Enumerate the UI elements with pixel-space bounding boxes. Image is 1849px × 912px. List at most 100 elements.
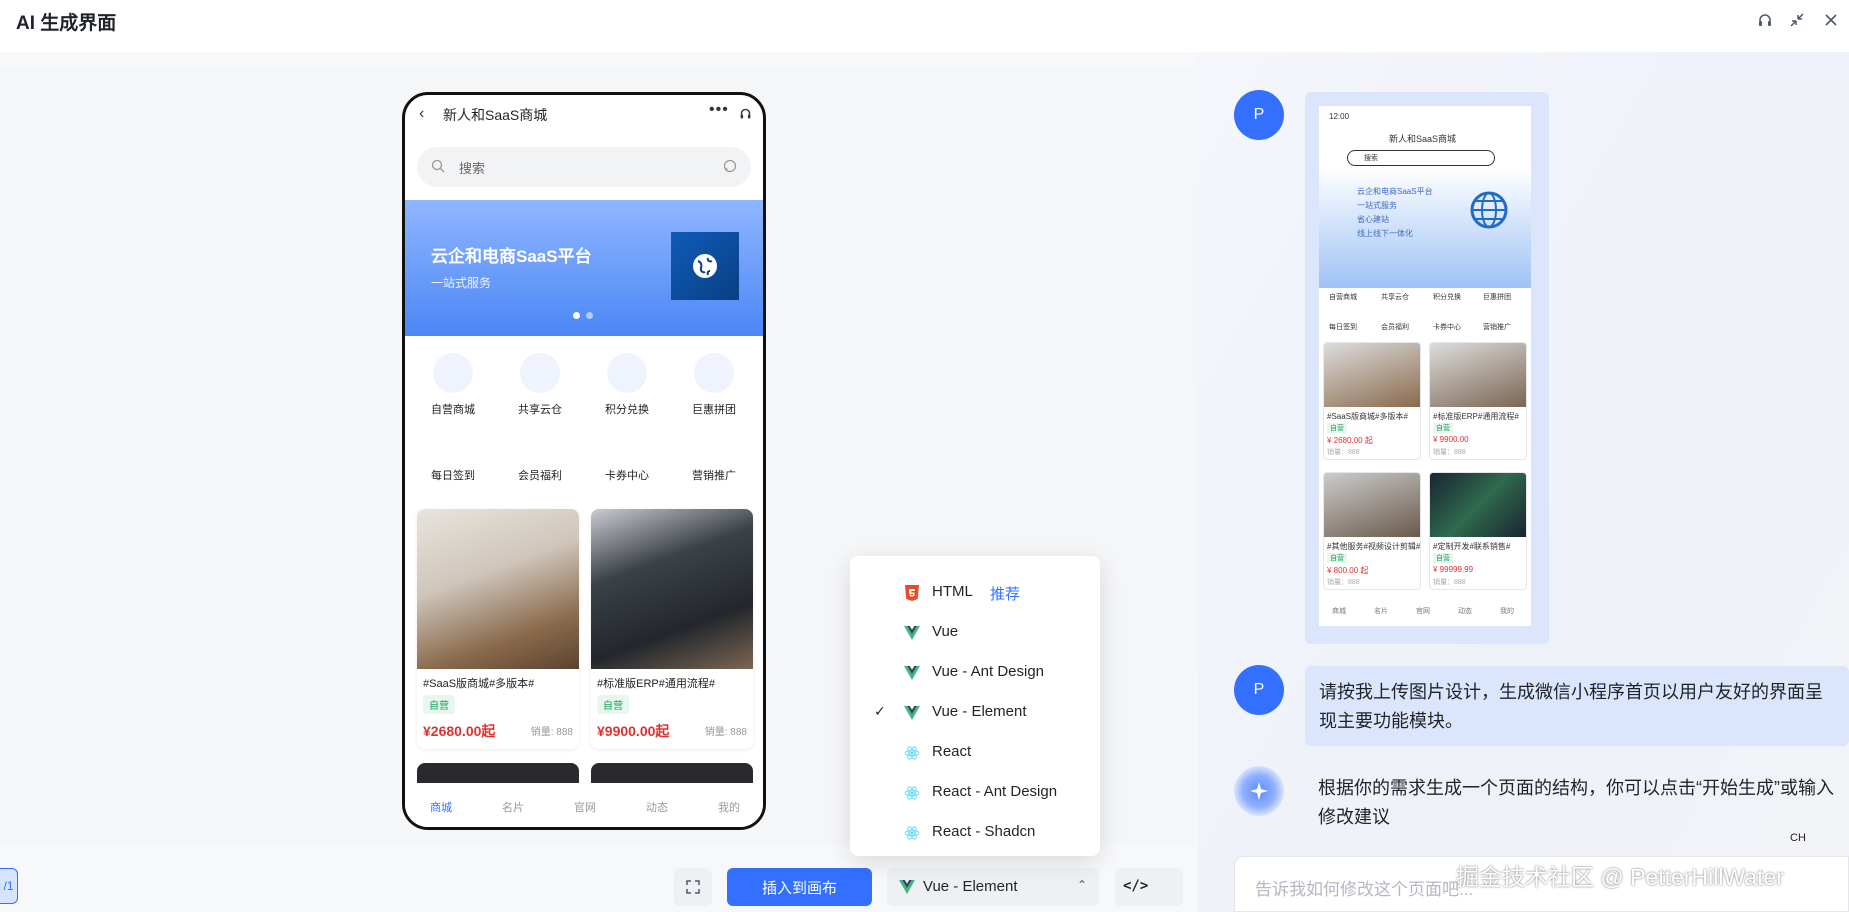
icon-label[interactable]: 营销推广 [674,467,754,483]
mockup-icon-label: 积分兑换 [1433,294,1461,301]
mockup-tab: 动态 [1458,608,1472,615]
icon-label[interactable]: 会员福利 [500,467,580,483]
app-title: AI 生成界面 [16,13,117,34]
mockup-tab: 我的 [1500,608,1514,615]
insert-to-canvas-button[interactable]: 插入到画布 [727,868,872,906]
product-sales: 销量: 888 [530,727,573,738]
menu-item-react-shadcn[interactable]: React - Shadcn [850,813,1100,853]
react-icon [904,786,920,800]
banner-subtitle: 一站式服务 [431,276,492,290]
mockup-card-sales: 销量：888 [1433,449,1466,456]
phone-nav-bar: ‹ 新人和SaaS商城 ••• [405,95,763,133]
menu-item-react[interactable]: React [850,733,1100,773]
mockup-card-sales: 销量：888 [1433,579,1466,586]
banner[interactable]: 云企和电商SaaS平台 一站式服务 [405,200,763,336]
menu-item-label: Vue - Element [932,703,1027,720]
headset-icon[interactable] [739,107,752,120]
menu-item-react-ant-design[interactable]: React - Ant Design [850,773,1100,813]
mockup-card-price: ¥ 9900.00 [1433,435,1469,444]
ime-indicator: CH [1790,832,1806,844]
menu-item-label: React [932,743,972,760]
mockup-icon-label: 营销推广 [1483,324,1511,331]
mockup-card-title: #其他服务#视频设计剪辑# [1327,542,1421,551]
framework-menu: HTML 推荐 Vue Vue - Ant Design ✓ Vue - Ele… [850,556,1100,856]
title-bar: AI 生成界面 [0,0,1849,52]
mockup-card-price: ¥ 2680.00 起 [1327,436,1373,445]
menu-item-vue-ant-design[interactable]: Vue - Ant Design [850,653,1100,693]
carousel-dots[interactable] [573,312,593,319]
back-icon[interactable]: ‹ [419,105,424,123]
page-indicator[interactable]: /1 [0,868,18,904]
mockup-card: #SaaS版商城#多版本# 自营 ¥ 2680.00 起 销量：888 [1323,342,1421,460]
user-message-bubble: 请按我上传图片设计，生成微信小程序首页以用户友好的界面呈现主要功能模块。 [1305,666,1849,746]
icon-row-1: 自营商城 共享云仓 积分兑换 巨惠拼团 [405,353,763,423]
mockup-card: #标准版ERP#通用流程# 自营 ¥ 9900.00 销量：888 [1429,342,1527,460]
tab-card[interactable]: 名片 [477,799,549,815]
menu-item-vue[interactable]: Vue [850,613,1100,653]
product-card[interactable]: #SaaS版商城#多版本# 自营 ¥2680.00起 销量: 888 [417,509,579,749]
mockup-icon-label: 卡券中心 [1433,324,1461,331]
phone-tab-bar: 商城 名片 官网 动态 我的 [405,785,763,827]
mockup-banner-line: 省心建站 [1357,215,1389,224]
product-sales: 销量: 888 [704,727,747,738]
user-message-text: 请按我上传图片设计，生成微信小程序首页以用户友好的界面呈现主要功能模块。 [1319,682,1823,731]
menu-item-label: Vue - Ant Design [932,663,1045,680]
message-icon[interactable] [723,159,737,173]
more-icon[interactable]: ••• [709,101,729,119]
menu-item-vue-element[interactable]: ✓ Vue - Element [850,693,1100,733]
mockup-icon-label: 会员福利 [1381,324,1409,331]
tab-mine[interactable]: 我的 [693,799,763,815]
design-mockup-image: 12:00 新人和SaaS商城 搜索 云企和电商SaaS平台 一站式服务 省心建… [1319,106,1531,626]
icon-label: 自营商城 [431,404,475,416]
globe-icon [671,232,739,300]
code-view-button[interactable]: </> [1115,868,1183,906]
tab-website[interactable]: 官网 [549,799,621,815]
close-icon[interactable] [1821,10,1841,30]
menu-item-label: Vue [932,623,959,640]
icon-label[interactable]: 每日签到 [413,467,493,483]
phone-search-bar[interactable]: 搜索 [417,147,751,187]
icon-label[interactable]: 卡券中心 [587,467,667,483]
expand-icon [686,880,700,894]
icon-item[interactable]: 自营商城 [413,353,493,417]
mockup-card-price: ¥ 800.00 起 [1327,566,1369,575]
product-title: #标准版ERP#通用流程# [597,678,715,690]
tab-feed[interactable]: 动态 [621,799,693,815]
product-tag: 自营 [423,695,455,714]
collapse-icon[interactable] [1787,10,1807,30]
icon-item[interactable]: 巨惠拼团 [674,353,754,417]
icon-label: 共享云仓 [518,404,562,416]
chevron-up-icon: ⌃ [1077,878,1088,892]
react-icon [904,826,920,840]
icon-label: 巨惠拼团 [692,404,736,416]
mockup-card-price: ¥ 99999.99 [1433,565,1474,574]
tab-mall[interactable]: 商城 [405,799,477,815]
user-avatar: P [1234,90,1284,140]
mockup-search-text: 搜索 [1364,155,1378,162]
phone-preview: ‹ 新人和SaaS商城 ••• 搜索 云企和电商SaaS平台 一站式服务 自营商… [402,92,766,830]
mockup-icon-label: 每日签到 [1329,324,1357,331]
menu-item-html[interactable]: HTML 推荐 [850,573,1100,613]
product-image [417,509,579,669]
fullscreen-button[interactable] [674,868,712,906]
product-card-partial [591,763,753,783]
vue-icon [904,666,920,680]
framework-select[interactable]: Vue - Element ⌃ [887,868,1099,906]
mockup-card-sales: 销量：888 [1327,449,1360,456]
icon-item[interactable]: 积分兑换 [587,353,667,417]
globe-icon [1470,191,1508,229]
banner-title: 云企和电商SaaS平台 [431,247,592,266]
mockup-card: #定制开发#联系销售# 自营 ¥ 99999.99 销量：888 [1429,472,1527,590]
icon-item[interactable]: 共享云仓 [500,353,580,417]
mockup-card-title: #标准版ERP#通用流程# [1433,412,1519,421]
framework-selected-label: Vue - Element [923,878,1018,895]
menu-item-label: React - Ant Design [932,783,1058,800]
menu-item-label: HTML [932,583,973,600]
mockup-banner-line: 线上线下一体化 [1357,229,1413,238]
mockup-tab: 官网 [1416,608,1430,615]
uploaded-image-message[interactable]: 12:00 新人和SaaS商城 搜索 云企和电商SaaS平台 一站式服务 省心建… [1305,92,1549,644]
product-card[interactable]: #标准版ERP#通用流程# 自营 ¥9900.00起 销量: 888 [591,509,753,749]
ai-message-text: 根据你的需求生成一个页面的结构，你可以点击“开始生成”或输入修改建议 [1318,778,1834,827]
headset-icon[interactable] [1755,10,1775,30]
mockup-icon-label: 自营商城 [1329,294,1357,301]
